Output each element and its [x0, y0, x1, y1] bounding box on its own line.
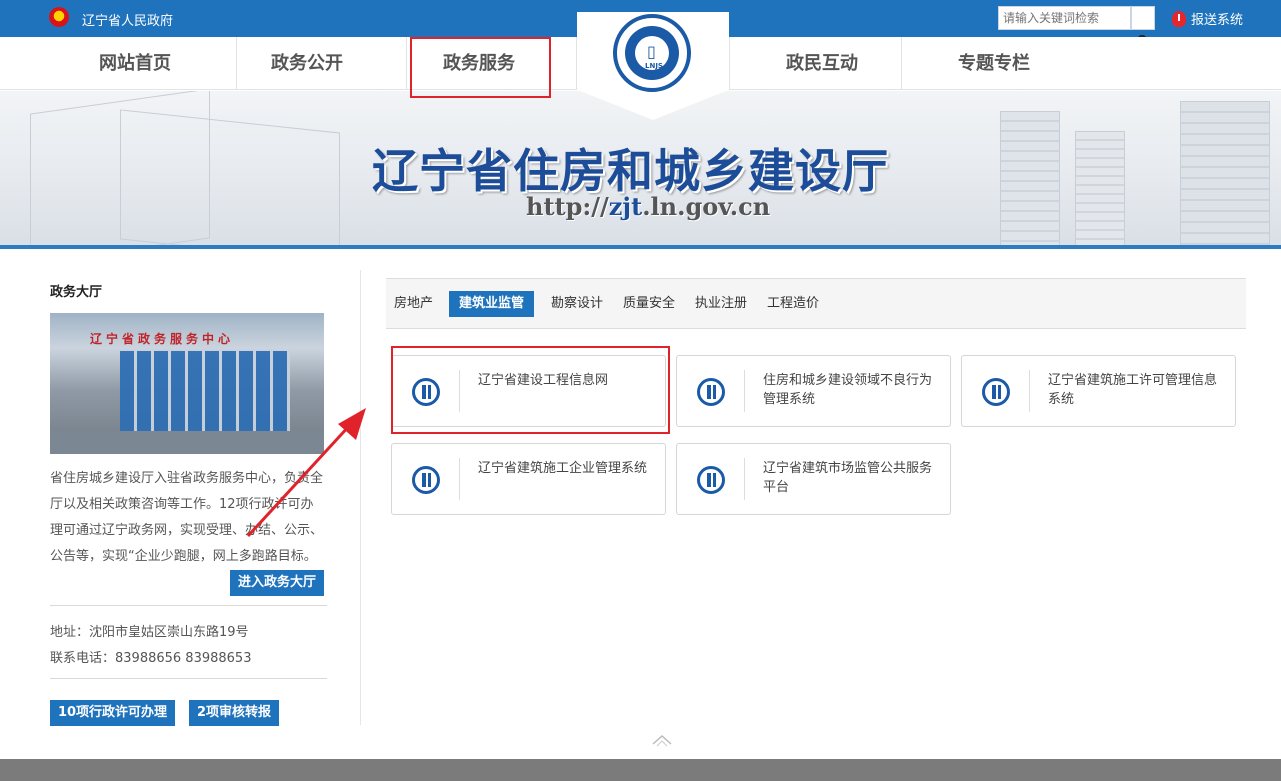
photo-building-facade — [120, 351, 290, 431]
site-url: http://zjt.ln.gov.cn — [526, 192, 770, 221]
column-divider — [360, 270, 361, 725]
nav-divider — [236, 37, 237, 90]
scroll-top-chevron — [656, 740, 668, 747]
nav-divider — [406, 37, 407, 90]
search-button[interactable]: Q — [1131, 6, 1155, 47]
tab-practice-registration[interactable]: 执业注册 — [695, 291, 747, 317]
system-card[interactable]: 辽宁省建筑施工许可管理信息系统 — [961, 355, 1236, 427]
report-system-label: 报送系统 — [1191, 13, 1244, 28]
system-card-label: 辽宁省建筑市场监管公共服务平台 — [763, 461, 933, 495]
sidebar-divider — [50, 605, 327, 606]
logo-text: LNJS — [645, 62, 663, 70]
site-url-suffix: .ln.gov.cn — [642, 192, 771, 221]
enter-hall-button[interactable]: 进入政务大厅 — [230, 570, 324, 596]
system-logo-icon — [697, 466, 725, 494]
tab-survey-design[interactable]: 勘察设计 — [551, 291, 603, 317]
card-divider — [459, 458, 460, 500]
national-emblem-icon — [49, 7, 69, 27]
nav-divider — [729, 37, 730, 90]
nav-item-special[interactable]: 专题专栏 — [939, 37, 1049, 90]
tab-engineering-cost[interactable]: 工程造价 — [767, 291, 819, 317]
tab-quality-safety[interactable]: 质量安全 — [623, 291, 675, 317]
annotation-box-nav — [410, 37, 551, 98]
license-count-button[interactable]: 10项行政许可办理 — [50, 700, 175, 726]
system-card-label: 住房和城乡建设领域不良行为管理系统 — [763, 373, 933, 407]
scroll-top-chevron — [652, 734, 672, 745]
system-logo-icon — [982, 378, 1010, 406]
card-divider — [744, 370, 745, 412]
system-logo-icon — [412, 466, 440, 494]
service-tabs: 房地产 建筑业监管 勘察设计 质量安全 执业注册 工程造价 — [386, 278, 1246, 329]
banner-decoration — [1000, 111, 1060, 248]
review-count-button[interactable]: 2项审核转报 — [189, 700, 279, 726]
gov-portal-link[interactable]: 辽宁省人民政府 — [82, 10, 173, 29]
annotation-box-card — [391, 346, 670, 434]
footer-bar — [0, 759, 1281, 781]
system-card-label: 辽宁省建筑施工企业管理系统 — [478, 461, 648, 476]
photo-building-base — [50, 431, 324, 454]
report-icon — [1172, 10, 1186, 27]
nav-item-interaction[interactable]: 政民互动 — [767, 37, 877, 90]
sidebar-divider — [50, 678, 327, 679]
banner-bottom-line — [0, 245, 1281, 249]
banner-decoration — [120, 109, 340, 248]
service-center-photo[interactable]: 辽宁省政务服务中心 — [50, 313, 324, 454]
site-url-prefix: http:// — [526, 192, 609, 221]
sidebar-title: 政务大厅 — [50, 285, 103, 300]
system-card[interactable]: 辽宁省建筑施工企业管理系统 — [391, 443, 666, 515]
nav-item-gov-open[interactable]: 政务公开 — [252, 37, 362, 90]
sidebar-phone: 联系电话：83988656 83988653 — [50, 651, 252, 666]
department-logo[interactable]: ▯ LNJS — [613, 14, 691, 92]
nav-divider — [901, 37, 902, 90]
report-system-link[interactable]: 报送系统 — [1172, 9, 1243, 28]
scroll-top-icon[interactable] — [652, 733, 672, 747]
tab-construction-supervision[interactable]: 建筑业监管 — [449, 291, 535, 317]
system-logo-icon — [697, 378, 725, 406]
system-card[interactable]: 辽宁省建筑市场监管公共服务平台 — [676, 443, 951, 515]
nav-item-home[interactable]: 网站首页 — [80, 37, 190, 90]
arrow-head — [338, 408, 366, 440]
logo-emblem-icon: ▯ LNJS — [625, 26, 679, 80]
photo-sign-text: 辽宁省政务服务中心 — [90, 332, 235, 346]
sidebar-description: 省住房城乡建设厅入驻省政务服务中心，负责全厅以及相关政策咨询等工作。12项行政许… — [50, 471, 324, 564]
banner-decoration — [1075, 131, 1125, 248]
card-divider — [744, 458, 745, 500]
search-input[interactable] — [998, 6, 1131, 30]
nav-divider — [576, 37, 577, 90]
system-card[interactable]: 住房和城乡建设领域不良行为管理系统 — [676, 355, 951, 427]
system-card-label: 辽宁省建筑施工许可管理信息系统 — [1048, 373, 1218, 407]
logo-mark-icon: ▯ — [647, 42, 656, 61]
banner-decoration — [1180, 101, 1270, 248]
site-url-highlight: zjt — [608, 192, 643, 221]
sidebar-address: 地址：沈阳市皇姑区崇山东路19号 — [50, 625, 249, 640]
tab-real-estate[interactable]: 房地产 — [394, 291, 433, 317]
card-divider — [1029, 370, 1030, 412]
